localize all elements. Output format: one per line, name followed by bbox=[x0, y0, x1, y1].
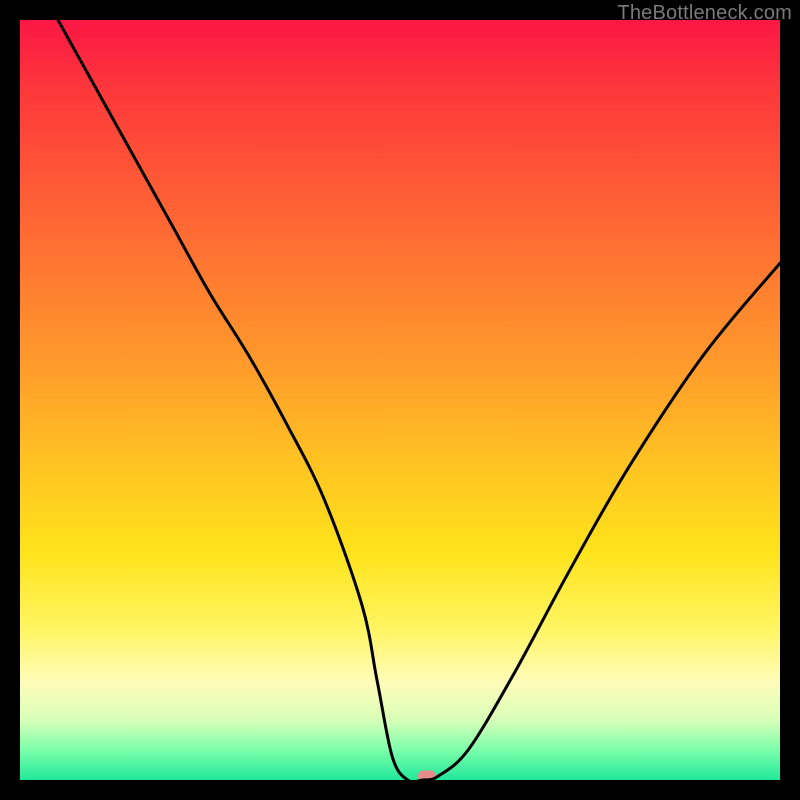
curve-path bbox=[58, 20, 780, 780]
chart-frame: TheBottleneck.com bbox=[0, 0, 800, 800]
watermark-text: TheBottleneck.com bbox=[617, 2, 792, 25]
bottleneck-curve bbox=[20, 20, 780, 780]
plot-area bbox=[20, 20, 780, 780]
